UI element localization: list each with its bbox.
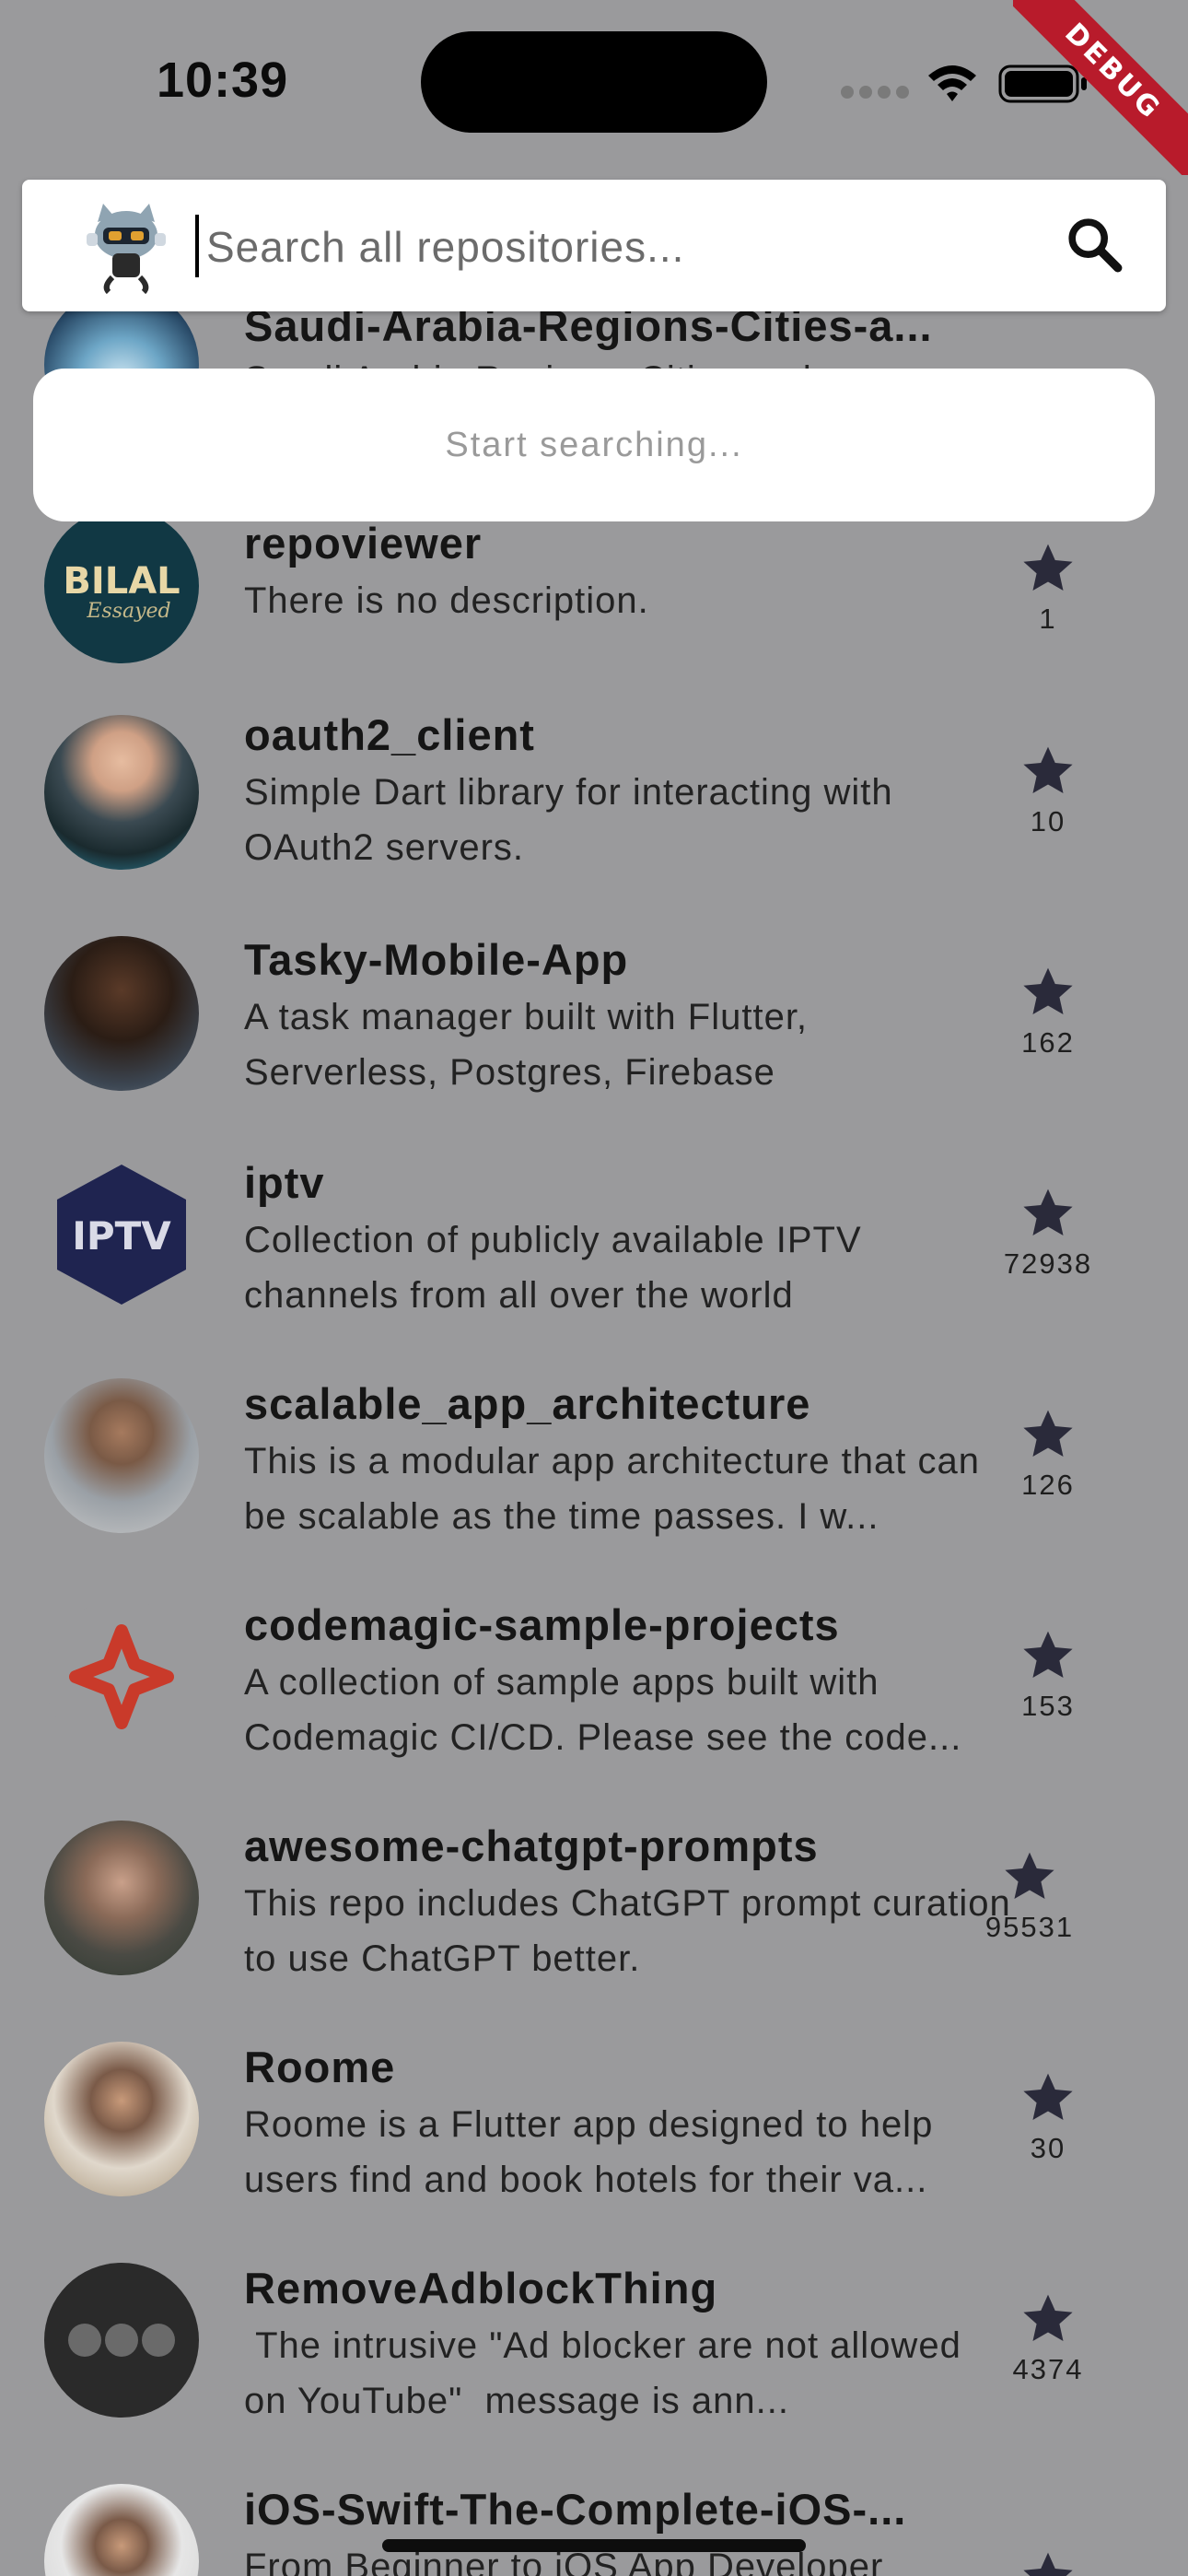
wifi-icon — [928, 65, 976, 101]
avatar — [44, 1599, 199, 1754]
star-count: 153 — [1021, 1690, 1075, 1722]
repo-name: iOS-Swift-The-Complete-iOS-... — [244, 2485, 907, 2534]
repo-description: Roome is a Flutter app designed to help … — [244, 2104, 934, 2200]
star-icon — [1023, 2294, 1073, 2342]
avatar — [44, 2042, 199, 2196]
list-item[interactable]: iOS-Swift-The-Complete-iOS-... From Begi… — [0, 2484, 1188, 2576]
repo-name: scalable_app_architecture — [244, 1379, 811, 1428]
star-count: 126 — [1021, 1469, 1075, 1501]
list-item[interactable]: BILAL Essayed repoviewer There is no desc… — [0, 509, 1188, 730]
list-item[interactable]: awesome-chatgpt-prompts This repo includ… — [0, 1821, 1188, 2042]
star-count-box: 4374 — [979, 2290, 1117, 2386]
star-count-box: 30 — [984, 2069, 1112, 2165]
svg-text:BILAL: BILAL — [63, 560, 180, 603]
list-item[interactable]: Tasky-Mobile-App A task manager built wi… — [0, 935, 1188, 1157]
list-item[interactable]: codemagic-sample-projects A collection o… — [0, 1599, 1188, 1821]
avatar: IPTV — [44, 1157, 199, 1312]
repo-name: repoviewer — [244, 519, 483, 568]
star-icon — [1023, 1631, 1073, 1679]
repo-name: codemagic-sample-projects — [244, 1600, 840, 1649]
star-icon — [1023, 544, 1073, 591]
star-count-box: 10 — [984, 743, 1112, 838]
more-dots-icon — [68, 2324, 175, 2357]
list-item[interactable]: scalable_app_architecture This is a modu… — [0, 1378, 1188, 1599]
start-searching-text: Start searching... — [445, 425, 743, 464]
repo-description: The intrusive "Ad blocker are not allowe… — [244, 2325, 973, 2421]
search-icon[interactable] — [1063, 213, 1127, 277]
star-count-box: 1 — [984, 540, 1112, 636]
star-icon — [1023, 1188, 1073, 1236]
svg-text:Essayed: Essayed — [86, 600, 170, 623]
avatar — [44, 2263, 199, 2418]
repo-description: This repo includes ChatGPT prompt curati… — [244, 1883, 1011, 1979]
list-item[interactable]: IPTV iptv Collection of publicly availab… — [0, 1157, 1188, 1378]
avatar — [44, 936, 199, 1091]
repo-description: Simple Dart library for interacting with… — [244, 772, 893, 868]
list-item[interactable]: Roome Roome is a Flutter app designed to… — [0, 2042, 1188, 2263]
star-icon — [1023, 2552, 1073, 2576]
list-item[interactable]: oauth2_client Simple Dart library for in… — [0, 710, 1188, 936]
debug-banner: DEBUG — [1013, 0, 1188, 175]
star-icon — [1005, 1852, 1054, 1900]
repo-description: A task manager built with Flutter, Serve… — [244, 997, 809, 1093]
star-icon — [1023, 967, 1073, 1015]
repo-description: There is no description. — [244, 580, 649, 621]
avatar: BILAL Essayed — [44, 509, 199, 663]
star-icon — [1023, 746, 1073, 794]
repo-name: iptv — [244, 1158, 325, 1207]
repo-description: A collection of sample apps built with C… — [244, 1662, 962, 1758]
avatar — [44, 1821, 199, 1975]
star-count: 4374 — [1012, 2353, 1084, 2385]
debug-banner-label: DEBUG — [1013, 0, 1188, 175]
star-count: 30 — [1030, 2132, 1066, 2164]
codemagic-logo — [69, 1624, 174, 1729]
repo-name: oauth2_client — [244, 710, 535, 759]
svg-text:IPTV: IPTV — [72, 1213, 171, 1259]
star-count: 10 — [1030, 805, 1066, 837]
star-icon — [1023, 1410, 1073, 1458]
star-count: 162 — [1021, 1026, 1075, 1059]
star-count: 95531 — [984, 1911, 1075, 1943]
star-count: 72938 — [1003, 1247, 1093, 1280]
star-count-box: 162 — [984, 964, 1112, 1060]
repo-description: This is a modular app architecture that … — [244, 1441, 980, 1537]
avatar — [44, 1378, 199, 1533]
star-icon — [1023, 2073, 1073, 2121]
repo-name: Roome — [244, 2043, 396, 2091]
home-indicator[interactable] — [382, 2539, 806, 2552]
search-suggestions-panel: Start searching... — [33, 369, 1155, 521]
star-count-box: 126 — [984, 1406, 1112, 1502]
star-count-box: 72938 — [974, 1185, 1122, 1281]
avatar — [44, 2484, 199, 2576]
star-count-box: 153 — [984, 1627, 1112, 1723]
repo-name: awesome-chatgpt-prompts — [244, 1821, 819, 1870]
star-count-box — [984, 2548, 1112, 2576]
repo-description: Collection of publicly available IPTV ch… — [244, 1220, 862, 1316]
iptv-logo: IPTV — [57, 1165, 186, 1305]
star-count-box: 95531 — [956, 1848, 1103, 1944]
avatar — [44, 715, 199, 870]
star-count: 1 — [1039, 603, 1057, 635]
search-bar[interactable] — [22, 180, 1166, 311]
repo-name: Tasky-Mobile-App — [244, 935, 629, 984]
list-item[interactable]: RemoveAdblockThing The intrusive "Ad blo… — [0, 2263, 1188, 2484]
octocat-logo-icon — [87, 204, 166, 295]
dynamic-island — [421, 31, 767, 133]
repo-name: RemoveAdblockThing — [244, 2264, 718, 2313]
search-input[interactable] — [204, 207, 1037, 287]
status-time: 10:39 — [157, 53, 289, 108]
text-caret — [195, 215, 199, 277]
